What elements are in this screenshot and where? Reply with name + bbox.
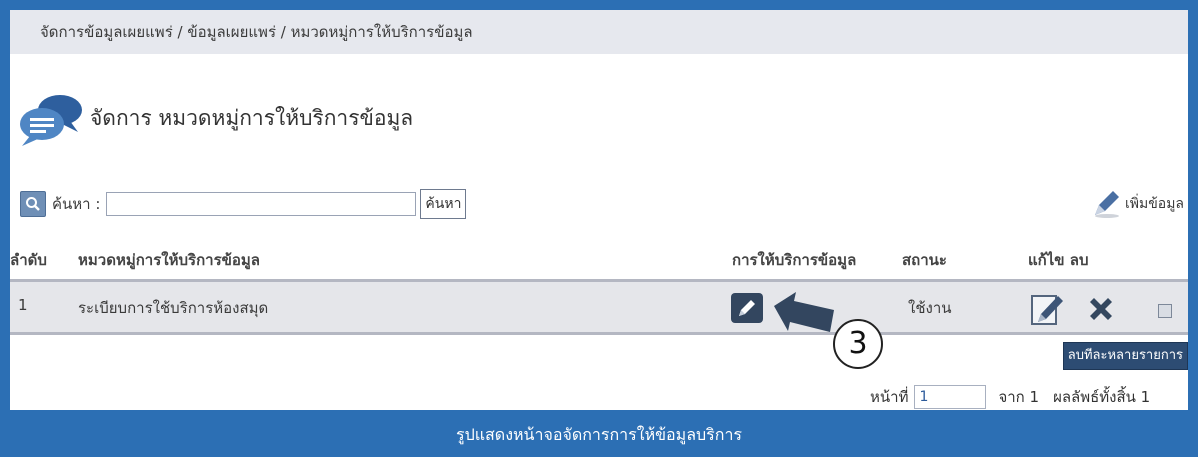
header-service: การให้บริการข้อมูล	[732, 251, 857, 269]
breadcrumb[interactable]: จัดการข้อมูลเผยแพร่ / ข้อมูลเผยแพร่ / หม…	[10, 10, 1188, 54]
add-data-button[interactable]: เพิ่มข้อมูล	[1089, 188, 1184, 220]
search-icon	[20, 191, 46, 217]
add-data-label: เพิ่มข้อมูล	[1124, 196, 1184, 212]
page-of-label: จาก 1	[998, 388, 1040, 406]
header-order: ลำดับ	[10, 251, 47, 269]
delete-multiple-button[interactable]: ลบทีละหลายรายการ	[1062, 342, 1188, 370]
manage-service-icon[interactable]	[730, 292, 764, 324]
pencil-icon	[1094, 191, 1119, 218]
page-number-input[interactable]	[914, 385, 987, 409]
search-label: ค้นหา :	[52, 195, 101, 213]
search-bar: ค้นหา : ค้นหา	[20, 188, 467, 220]
row-category: ระเบียบการใช้บริการห้องสมุด	[78, 299, 269, 317]
step-number: 3	[848, 326, 868, 361]
header-category: หมวดหมู่การให้บริการข้อมูล	[78, 251, 260, 269]
total-results-label: ผลลัพธ์ทั้งสิ้น 1	[1053, 388, 1151, 406]
table-row: 1 ระเบียบการใช้บริการห้องสมุด ใช้งาน	[10, 279, 1188, 335]
table-header: ลำดับ หมวดหมู่การให้บริการข้อมูล การให้บ…	[10, 244, 1188, 274]
row-select-checkbox[interactable]	[1158, 304, 1172, 318]
header-status: สถานะ	[902, 251, 947, 269]
header-edit-delete: แก้ไข ลบ	[1028, 251, 1089, 269]
delete-icon[interactable]	[1086, 294, 1116, 324]
page-header: จัดการ หมวดหมู่การให้บริการข้อมูล	[18, 88, 413, 148]
page-title: จัดการ หมวดหมู่การให้บริการข้อมูล	[90, 105, 414, 130]
figure-caption: รูปแสดงหน้าจอจัดการการให้ข้อมูลบริการ	[0, 410, 1198, 457]
row-status: ใช้งาน	[908, 299, 952, 317]
search-input[interactable]	[106, 192, 417, 216]
search-button[interactable]: ค้นหา	[420, 189, 467, 219]
chat-bubbles-icon	[20, 95, 82, 146]
page-label: หน้าที่	[870, 388, 909, 406]
row-order: 1	[18, 296, 28, 314]
pagination: หน้าที่ จาก 1 ผลลัพธ์ทั้งสิ้น 1	[870, 383, 1150, 411]
edit-icon[interactable]	[1028, 290, 1066, 328]
step-pointer-arrow	[774, 292, 883, 369]
